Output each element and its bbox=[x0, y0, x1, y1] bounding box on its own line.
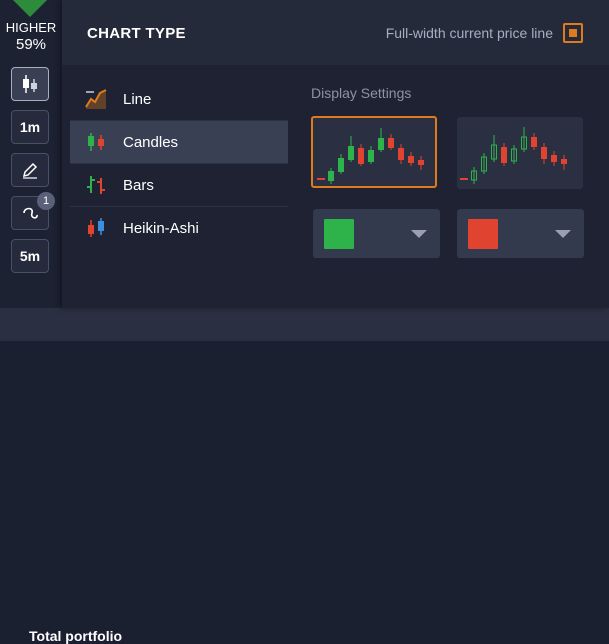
line-chart-icon bbox=[85, 89, 107, 109]
chart-type-button[interactable] bbox=[11, 67, 49, 101]
checkbox-checked-indicator bbox=[569, 29, 577, 37]
chart-type-popup: CHART TYPE Full-width current price line… bbox=[62, 0, 609, 308]
indicators-count-badge: 1 bbox=[37, 192, 55, 210]
chart-type-list: Line Candles Bars Heikin-Ashi bbox=[70, 78, 288, 249]
popup-title: CHART TYPE bbox=[87, 25, 186, 42]
total-portfolio-label: Total portfolio bbox=[29, 628, 123, 644]
chart-type-candles[interactable]: Candles bbox=[70, 121, 288, 164]
heikin-ashi-icon bbox=[88, 218, 104, 237]
chevron-down-icon bbox=[555, 230, 571, 238]
chart-type-bars[interactable]: Bars bbox=[70, 164, 288, 207]
chart-type-heikin-ashi[interactable]: Heikin-Ashi bbox=[70, 207, 288, 249]
chart-type-candles-label: Candles bbox=[123, 133, 179, 151]
up-color-select[interactable] bbox=[313, 209, 440, 258]
left-toolbar: HIGHER 59% 1m 1 5m bbox=[0, 0, 62, 308]
filled-candles-preview-icon bbox=[317, 128, 424, 184]
indicator-icon bbox=[23, 207, 38, 219]
chart-type-bars-label: Bars bbox=[123, 176, 154, 194]
fullwidth-price-line-checkbox[interactable] bbox=[563, 23, 583, 43]
timeframe-1m-button[interactable]: 1m bbox=[11, 110, 49, 144]
timeframe-5m-button[interactable]: 5m bbox=[11, 239, 49, 273]
down-color-swatch bbox=[468, 219, 498, 249]
higher-percentage: 59% bbox=[15, 36, 47, 53]
pencil-icon bbox=[22, 162, 38, 179]
fullwidth-price-line-label: Full-width current price line bbox=[385, 25, 553, 41]
down-color-select[interactable] bbox=[457, 209, 584, 258]
display-settings-title: Display Settings bbox=[311, 85, 412, 101]
chart-type-heikin-ashi-label: Heikin-Ashi bbox=[123, 219, 199, 237]
style-filled-candles-option[interactable] bbox=[311, 116, 437, 188]
chart-type-line-label: Line bbox=[123, 90, 152, 108]
hollow-candles-preview-icon bbox=[460, 127, 567, 184]
bars-icon bbox=[87, 176, 105, 194]
timeframe-5m-label: 5m bbox=[19, 248, 41, 264]
candles-icon bbox=[88, 133, 104, 151]
portfolio-bar[interactable]: Total portfolio bbox=[0, 308, 609, 644]
higher-label: HIGHER bbox=[5, 20, 57, 35]
chart-type-line[interactable]: Line bbox=[70, 78, 288, 121]
candles-tool-icon bbox=[23, 75, 37, 93]
higher-arrow-icon bbox=[13, 0, 47, 17]
chevron-down-icon bbox=[411, 230, 427, 238]
style-hollow-candles-option[interactable] bbox=[457, 117, 583, 189]
drawing-tool-button[interactable] bbox=[11, 153, 49, 187]
popup-header: CHART TYPE Full-width current price line bbox=[62, 0, 609, 65]
timeframe-1m-label: 1m bbox=[19, 119, 41, 135]
up-color-swatch bbox=[324, 219, 354, 249]
higher-indicator: HIGHER 59% bbox=[0, 20, 62, 54]
